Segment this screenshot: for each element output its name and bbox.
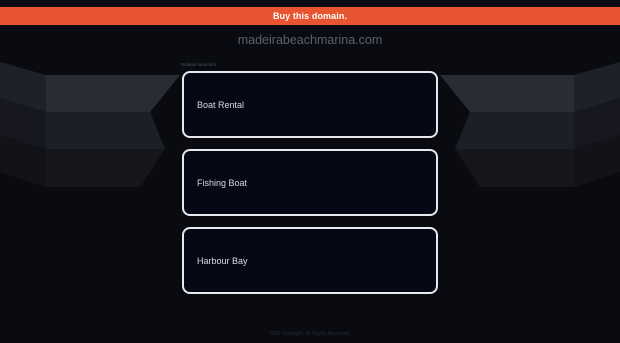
related-link-boat-rental[interactable]: Boat Rental (182, 71, 438, 138)
related-link-label: Harbour Bay (197, 255, 248, 266)
buy-domain-label: Buy this domain. (272, 11, 348, 21)
buy-domain-banner[interactable]: Buy this domain. (0, 7, 620, 25)
related-searches-heading: Related searches (181, 62, 217, 67)
related-links-list: Boat Rental Fishing Boat Harbour Bay (182, 71, 438, 305)
footer-copyright: 2025 Copyright. All Rights Reserved. (269, 331, 351, 337)
related-link-fishing-boat[interactable]: Fishing Boat (182, 149, 438, 216)
domain-title: madeirabeachmarina.com (237, 33, 383, 47)
related-link-label: Fishing Boat (197, 177, 248, 188)
related-link-harbour-bay[interactable]: Harbour Bay (182, 227, 438, 294)
related-link-label: Boat Rental (197, 99, 245, 110)
